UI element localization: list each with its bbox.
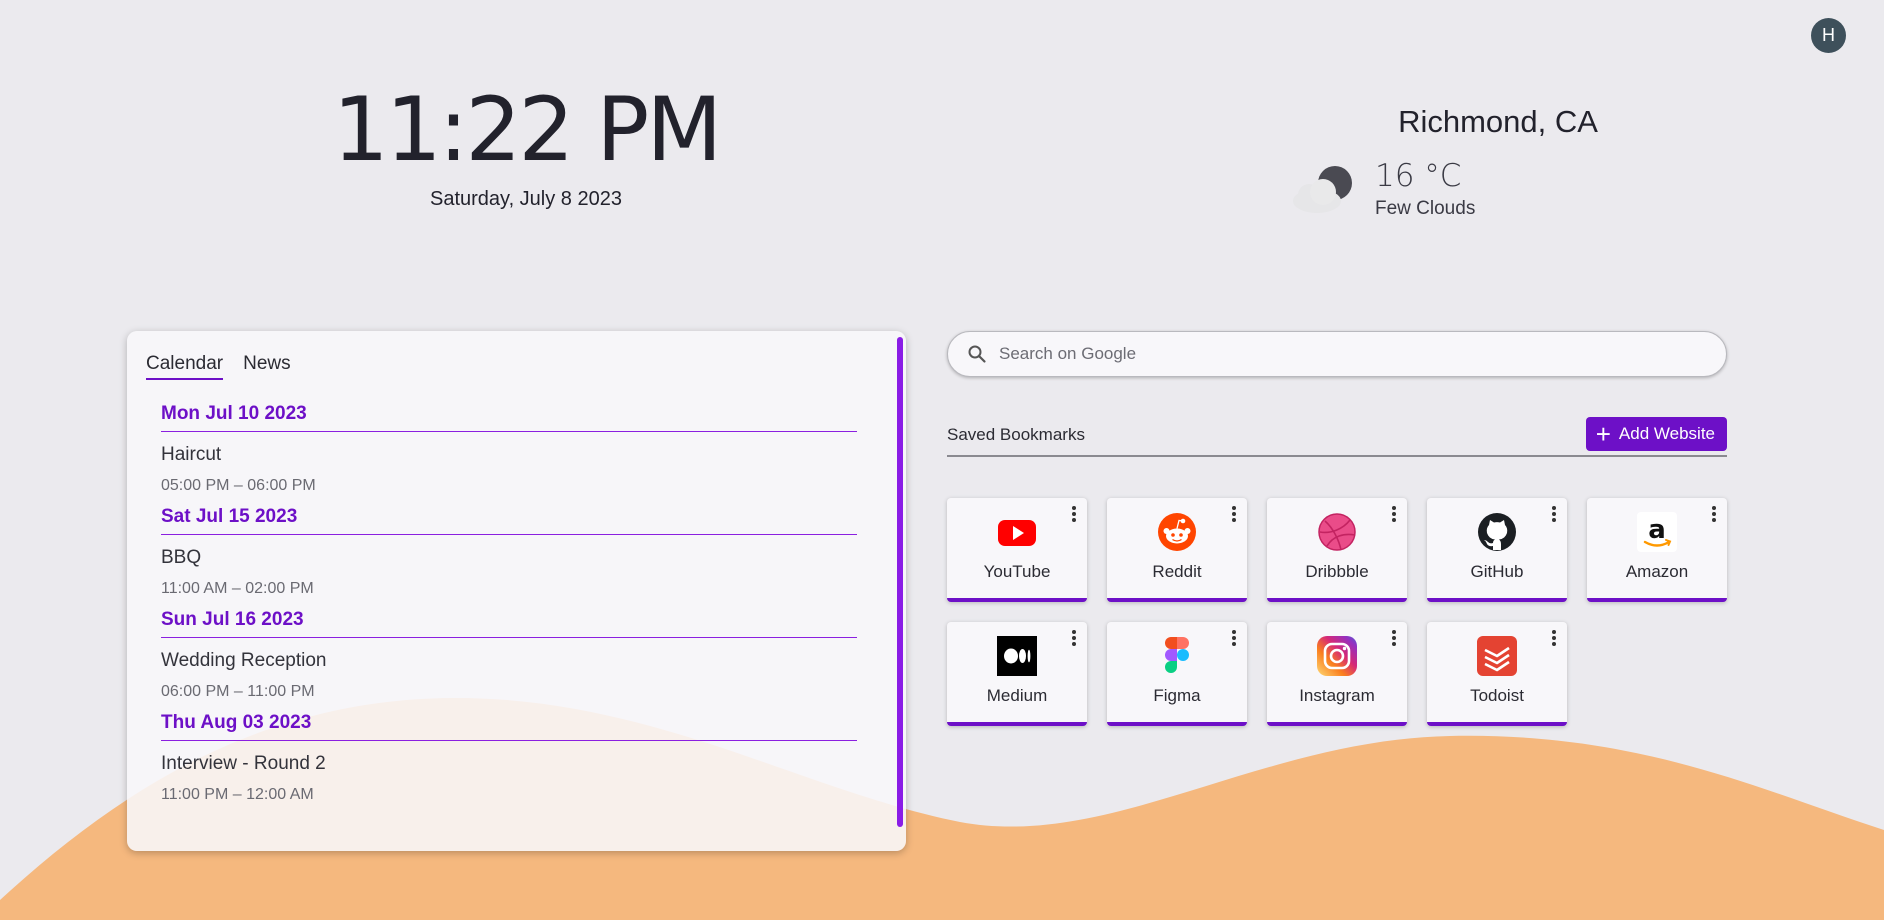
amazon-icon: a xyxy=(1637,512,1677,552)
bookmarks-header: Saved Bookmarks + Add Website xyxy=(947,417,1727,457)
moon-cloud-icon xyxy=(1293,166,1352,213)
calendar-panel: Calendar News Mon Jul 10 2023 Haircut 05… xyxy=(127,331,906,851)
dribbble-icon xyxy=(1318,513,1356,551)
event-title[interactable]: Wedding Reception xyxy=(161,650,857,672)
bookmark-label: Todoist xyxy=(1470,686,1524,705)
event-day-header: Sat Jul 15 2023 xyxy=(161,506,857,535)
event-time: 05:00 PM – 06:00 PM xyxy=(161,477,316,494)
youtube-icon xyxy=(998,520,1036,546)
event-day-header: Sun Jul 16 2023 xyxy=(161,609,857,638)
bookmark-label: Instagram xyxy=(1299,686,1375,705)
event-day-header: Thu Aug 03 2023 xyxy=(161,712,857,741)
tab-news[interactable]: News xyxy=(243,353,291,380)
plus-icon: + xyxy=(1595,419,1611,449)
weather-city: Richmond, CA xyxy=(1398,104,1598,139)
event-time: 11:00 AM – 02:00 PM xyxy=(161,580,314,597)
panel-tabs: Calendar News xyxy=(146,353,291,380)
search-bar xyxy=(947,331,1727,377)
search-input[interactable] xyxy=(999,344,1679,364)
bookmark-medium[interactable]: Medium xyxy=(947,622,1087,726)
weather-widget: Richmond, CA 16 °C Few Clouds xyxy=(1200,104,1656,220)
instagram-icon xyxy=(1317,636,1357,676)
more-options-icon[interactable] xyxy=(1391,630,1397,648)
clock-date: Saturday, July 8 2023 xyxy=(430,188,622,210)
event-list: Mon Jul 10 2023 Haircut 05:00 PM – 06:00… xyxy=(161,403,857,815)
event-group: Sat Jul 15 2023 BBQ 11:00 AM – 02:00 PM xyxy=(161,506,857,598)
user-avatar[interactable]: H xyxy=(1811,18,1846,53)
svg-text:a: a xyxy=(1648,515,1666,545)
event-title[interactable]: Interview - Round 2 xyxy=(161,753,857,775)
bookmark-youtube[interactable]: YouTube xyxy=(947,498,1087,602)
bookmark-label: Dribbble xyxy=(1305,562,1369,581)
event-title[interactable]: BBQ xyxy=(161,547,857,569)
bookmark-github[interactable]: GitHub xyxy=(1427,498,1567,602)
more-options-icon[interactable] xyxy=(1071,630,1077,648)
github-icon xyxy=(1478,513,1516,551)
bookmark-label: Figma xyxy=(1153,686,1201,705)
event-time: 06:00 PM – 11:00 PM xyxy=(161,683,315,700)
more-options-icon[interactable] xyxy=(1231,630,1237,648)
bookmark-label: YouTube xyxy=(983,562,1051,581)
clock-time: 11:22 PM xyxy=(332,78,723,181)
more-options-icon[interactable] xyxy=(1391,506,1397,524)
event-group: Sun Jul 16 2023 Wedding Reception 06:00 … xyxy=(161,609,857,701)
weather-description: Few Clouds xyxy=(1375,198,1476,219)
event-group: Mon Jul 10 2023 Haircut 05:00 PM – 06:00… xyxy=(161,403,857,495)
bookmark-label: Medium xyxy=(986,686,1048,705)
bookmark-label: Amazon xyxy=(1625,562,1689,581)
weather-temperature: 16 °C xyxy=(1375,158,1462,194)
bookmark-todoist[interactable]: Todoist xyxy=(1427,622,1567,726)
more-options-icon[interactable] xyxy=(1071,506,1077,524)
bookmark-reddit[interactable]: Reddit xyxy=(1107,498,1247,602)
event-group: Thu Aug 03 2023 Interview - Round 2 11:0… xyxy=(161,712,857,804)
event-title[interactable]: Haircut xyxy=(161,444,857,466)
tab-calendar[interactable]: Calendar xyxy=(146,353,224,380)
more-options-icon[interactable] xyxy=(1551,630,1557,648)
more-options-icon[interactable] xyxy=(1231,506,1237,524)
search-icon xyxy=(968,345,986,363)
more-options-icon[interactable] xyxy=(1551,506,1557,524)
medium-icon xyxy=(997,636,1037,676)
bookmark-dribbble[interactable]: Dribbble xyxy=(1267,498,1407,602)
reddit-icon xyxy=(1158,513,1196,551)
add-website-button[interactable]: + Add Website xyxy=(1585,417,1727,451)
todoist-icon xyxy=(1477,636,1517,676)
bookmark-label: Reddit xyxy=(1152,562,1202,581)
bookmark-label: GitHub xyxy=(1470,562,1524,581)
clock-widget: 11:22 PM Saturday, July 8 2023 xyxy=(276,80,776,211)
more-options-icon[interactable] xyxy=(1711,506,1717,524)
panel-scrollbar[interactable] xyxy=(897,337,903,827)
bookmark-figma[interactable]: Figma xyxy=(1107,622,1247,726)
figma-icon xyxy=(1165,637,1189,673)
event-time: 11:00 PM – 12:00 AM xyxy=(161,786,314,803)
event-day-header: Mon Jul 10 2023 xyxy=(161,403,857,432)
bookmarks-title: Saved Bookmarks xyxy=(947,425,1085,444)
bookmark-instagram[interactable]: Instagram xyxy=(1267,622,1407,726)
bookmark-amazon[interactable]: a Amazon xyxy=(1587,498,1727,602)
add-website-label: Add Website xyxy=(1618,424,1715,443)
